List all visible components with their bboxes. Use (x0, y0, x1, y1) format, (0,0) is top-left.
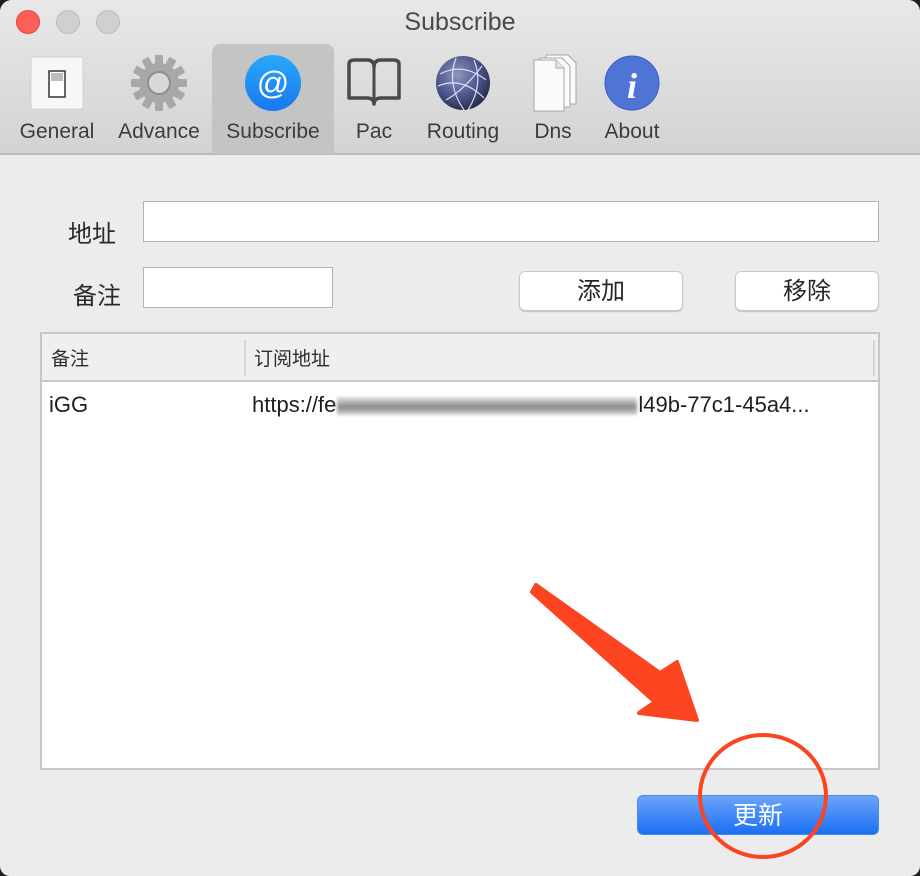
add-button[interactable]: 添加 (519, 271, 683, 311)
update-button[interactable]: 更新 (637, 795, 879, 835)
window-title: Subscribe (404, 8, 516, 36)
tab-label: About (604, 120, 660, 143)
tab-label: Subscribe (226, 120, 320, 143)
svg-text:@: @ (257, 65, 289, 101)
subscription-table: 备注 订阅地址 iGG https://fe l49b-77c1-45a4... (40, 332, 880, 770)
book-icon (347, 58, 401, 106)
tab-label: Dns (534, 120, 572, 143)
tab-routing[interactable]: Routing (416, 44, 510, 154)
preferences-window: Subscribe General Advance @ Subscribe Pa… (0, 0, 920, 876)
row-url: https://fe l49b-77c1-45a4... (252, 392, 810, 418)
tab-about[interactable]: i About (594, 44, 670, 154)
tab-label: Advance (118, 120, 200, 143)
documents-icon (533, 54, 577, 112)
column-divider[interactable] (244, 340, 246, 376)
switch-icon (30, 56, 84, 110)
remove-button[interactable]: 移除 (735, 271, 879, 311)
url-prefix: https://fe (252, 392, 337, 417)
url-suffix: l49b-77c1-45a4... (638, 392, 810, 417)
gear-icon (130, 54, 188, 112)
tab-label: General (19, 120, 95, 143)
tab-subscribe[interactable]: @ Subscribe (212, 44, 334, 154)
redacted-blur (337, 397, 638, 416)
tab-advance[interactable]: Advance (110, 44, 208, 154)
column-header-url[interactable]: 订阅地址 (254, 344, 330, 371)
column-divider[interactable] (873, 340, 875, 376)
tab-label: Pac (355, 120, 393, 143)
table-header: 备注 订阅地址 (42, 334, 878, 382)
row-remark: iGG (49, 392, 89, 417)
column-header-remark[interactable]: 备注 (51, 344, 89, 371)
address-label: 地址 (68, 221, 116, 248)
address-input[interactable] (143, 201, 879, 242)
at-sign-icon: @ (245, 55, 301, 111)
remark-input[interactable] (143, 267, 333, 308)
remark-label: 备注 (73, 283, 121, 310)
tab-pac[interactable]: Pac (340, 44, 408, 154)
info-icon: i (604, 55, 660, 111)
globe-icon (436, 56, 490, 111)
tab-general[interactable]: General (10, 44, 104, 154)
svg-text:i: i (627, 66, 637, 106)
tab-label: Routing (426, 120, 500, 143)
toolbar: Subscribe General Advance @ Subscribe Pa… (0, 0, 920, 155)
tab-dns[interactable]: Dns (512, 44, 594, 154)
